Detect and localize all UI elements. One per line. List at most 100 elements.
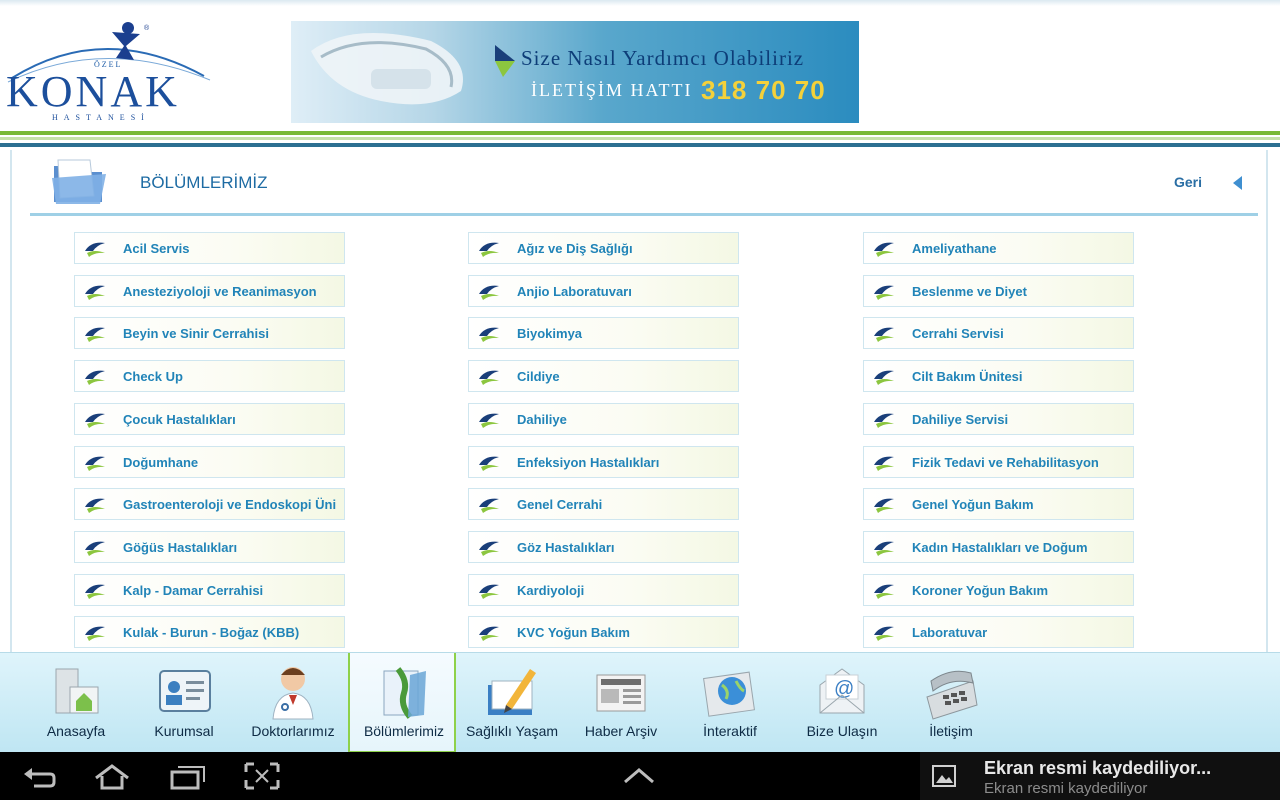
department-item[interactable]: Laboratuvar — [863, 616, 1134, 648]
department-arrow-icon — [85, 584, 105, 599]
department-label: Beslenme ve Diyet — [912, 284, 1027, 299]
department-arrow-icon — [85, 456, 105, 471]
back-icon[interactable] — [20, 762, 58, 790]
contact-banner[interactable]: Size Nasıl Yardımcı Olabiliriz İLETİŞİM … — [291, 21, 859, 123]
screenshot-notification[interactable]: Ekran resmi kaydediliyor... Ekran resmi … — [920, 752, 1280, 800]
department-item[interactable]: Koroner Yoğun Bakım — [863, 574, 1134, 606]
department-item[interactable]: Acil Servis — [74, 232, 345, 264]
department-item[interactable]: Genel Cerrahi — [468, 488, 739, 520]
department-arrow-icon — [479, 413, 499, 428]
department-item[interactable]: Kadın Hastalıkları ve Doğum — [863, 531, 1134, 563]
nav-label: Doktorlarımız — [251, 723, 335, 739]
home-building-icon — [55, 668, 99, 714]
department-label: Check Up — [123, 369, 183, 384]
department-label: Genel Cerrahi — [517, 497, 603, 512]
department-item[interactable]: Göğüs Hastalıkları — [74, 531, 345, 563]
department-arrow-icon — [85, 327, 105, 342]
nav-folder[interactable]: Bölümlerimiz — [348, 653, 456, 753]
department-arrow-icon — [874, 626, 894, 641]
department-item[interactable]: Beslenme ve Diyet — [863, 275, 1134, 307]
department-label: Beyin ve Sinir Cerrahisi — [123, 326, 269, 341]
department-item[interactable]: Beyin ve Sinir Cerrahisi — [74, 317, 345, 349]
department-label: Ağız ve Diş Sağlığı — [517, 241, 633, 256]
department-item[interactable]: Biyokimya — [468, 317, 739, 349]
nav-globe[interactable]: İnteraktif — [676, 653, 784, 753]
nav-notebook-pen[interactable]: Sağlıklı Yaşam — [458, 653, 566, 753]
folder-icon — [52, 159, 106, 204]
department-label: Göz Hastalıkları — [517, 540, 615, 555]
department-item[interactable]: Dahiliye — [468, 403, 739, 435]
telephone-icon — [926, 670, 978, 720]
department-item[interactable]: Kalp - Damar Cerrahisi — [74, 574, 345, 606]
department-arrow-icon — [874, 541, 894, 556]
department-label: Kardiyoloji — [517, 583, 585, 598]
banner-phone-number: 318 70 70 — [701, 75, 826, 105]
nav-doctor[interactable]: Doktorlarımız — [239, 653, 347, 753]
department-item[interactable]: Ağız ve Diş Sağlığı — [468, 232, 739, 264]
department-item[interactable]: Enfeksiyon Hastalıkları — [468, 446, 739, 478]
system-navigation-bar: Ekran resmi kaydediliyor... Ekran resmi … — [0, 752, 1280, 800]
recent-apps-icon[interactable] — [168, 762, 208, 790]
department-arrow-icon — [479, 584, 499, 599]
app-header: ® ÖZEL KONAK HASTANESİ Size Nasıl Yardım… — [0, 0, 1280, 148]
logo-bottom-text: HASTANESİ — [52, 113, 150, 122]
konak-hospital-logo[interactable]: ® ÖZEL KONAK HASTANESİ — [4, 16, 214, 126]
department-item[interactable]: Check Up — [74, 360, 345, 392]
department-label: Biyokimya — [517, 326, 583, 341]
nav-newspaper[interactable]: Haber Arşiv — [567, 653, 675, 753]
department-item[interactable]: Cildiye — [468, 360, 739, 392]
nav-label: Kurumsal — [154, 723, 214, 739]
department-item[interactable]: Doğumhane — [74, 446, 345, 478]
department-arrow-icon — [874, 456, 894, 471]
department-label: Doğumhane — [123, 455, 199, 470]
department-arrow-icon — [85, 626, 105, 641]
nav-label: Haber Arşiv — [584, 723, 658, 739]
nav-label: Anasayfa — [46, 723, 106, 739]
department-arrow-icon — [85, 370, 105, 385]
nav-label: İletişim — [929, 723, 973, 739]
department-label: Cildiye — [517, 369, 560, 384]
banner-hotline-label: İLETİŞİM HATTI — [531, 80, 693, 100]
department-arrow-icon — [479, 285, 499, 300]
header-divider — [0, 131, 1280, 148]
department-item[interactable]: Çocuk Hastalıkları — [74, 403, 345, 435]
department-label: Çocuk Hastalıkları — [123, 412, 236, 427]
logo-name: KONAK — [6, 67, 180, 116]
department-arrow-icon — [874, 242, 894, 257]
screenshot-icon[interactable] — [244, 762, 280, 790]
department-item[interactable]: Gastroenteroloji ve Endoskopi Üni — [74, 488, 345, 520]
department-item[interactable]: Kulak - Burun - Boğaz (KBB) — [74, 616, 345, 648]
department-arrow-icon — [85, 541, 105, 556]
department-item[interactable]: Fizik Tedavi ve Rehabilitasyon — [863, 446, 1134, 478]
department-item[interactable]: Kardiyoloji — [468, 574, 739, 606]
department-item[interactable]: Dahiliye Servisi — [863, 403, 1134, 435]
department-item[interactable]: Anjio Laboratuvarı — [468, 275, 739, 307]
nav-email[interactable]: @ Bize Ulaşın — [788, 653, 896, 753]
nav-home-building[interactable]: Anasayfa — [22, 653, 130, 753]
telephone-handset-icon — [311, 33, 463, 105]
department-label: Dahiliye — [517, 412, 567, 427]
doctor-icon — [272, 667, 314, 720]
department-item[interactable]: Göz Hastalıkları — [468, 531, 739, 563]
department-label: Anesteziyoloji ve Reanimasyon — [123, 284, 317, 299]
department-item[interactable]: Cilt Bakım Ünitesi — [863, 360, 1134, 392]
department-item[interactable]: Genel Yoğun Bakım — [863, 488, 1134, 520]
home-icon[interactable] — [92, 762, 132, 790]
department-item[interactable]: Cerrahi Servisi — [863, 317, 1134, 349]
banner-headline: Size Nasıl Yardımcı Olabiliriz — [521, 46, 805, 70]
chevron-up-icon[interactable] — [622, 766, 656, 786]
nav-label: Bize Ulaşın — [806, 723, 878, 739]
department-item[interactable]: Ameliyathane — [863, 232, 1134, 264]
department-item[interactable]: Anesteziyoloji ve Reanimasyon — [74, 275, 345, 307]
chevron-left-icon[interactable] — [1230, 175, 1244, 191]
department-label: Cilt Bakım Ünitesi — [912, 369, 1023, 384]
department-label: Kulak - Burun - Boğaz (KBB) — [123, 625, 300, 640]
page-title-bar: BÖLÜMLERİMİZ Geri — [30, 150, 1258, 216]
nav-telephone[interactable]: İletişim — [897, 653, 1005, 753]
department-arrow-icon — [874, 327, 894, 342]
nav-id-card[interactable]: Kurumsal — [130, 653, 238, 753]
department-item[interactable]: KVC Yoğun Bakım — [468, 616, 739, 648]
departments-panel: BÖLÜMLERİMİZ Geri Acil Servis Ağız ve Diş… — [10, 150, 1268, 652]
nav-label: Bölümlerimiz — [363, 723, 445, 739]
back-button[interactable]: Geri — [1174, 174, 1202, 190]
